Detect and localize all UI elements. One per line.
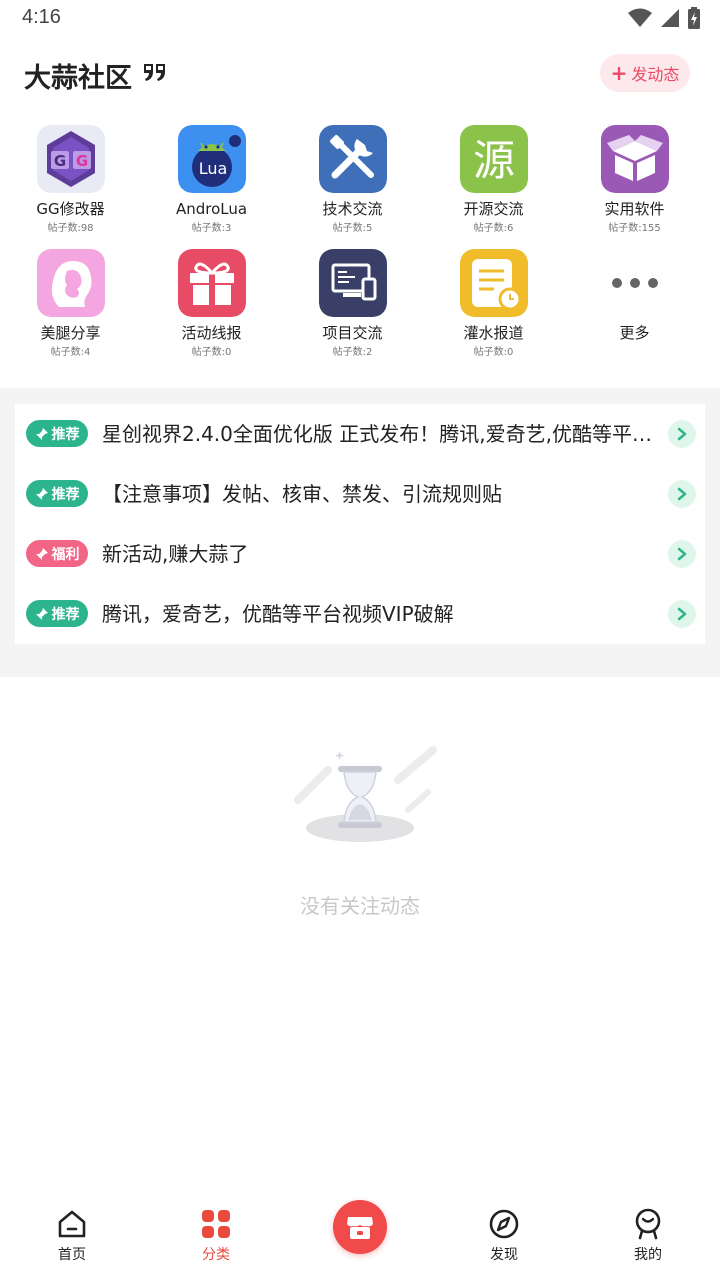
svg-text:G: G (53, 152, 65, 170)
girl-profile-icon (36, 249, 105, 317)
category-name: 项目交流 (322, 324, 383, 342)
category-name: GG修改器 (36, 200, 105, 218)
hourglass-icon (294, 746, 437, 842)
category-name: 更多 (619, 324, 650, 342)
gg-modifier-icon: G G (36, 125, 105, 193)
gift-icon (177, 249, 246, 317)
recommend-tag: 推荐 (26, 480, 88, 507)
chevron-right-icon[interactable] (668, 540, 696, 568)
yuan-glyph: 源 (472, 136, 514, 185)
notice-text: 腾讯，爱奇艺，优酷等平台视频VIP破解 (102, 602, 454, 626)
chevron-right-icon[interactable] (668, 600, 696, 628)
status-icons (628, 7, 700, 29)
empty-state-text: 没有关注动态 (300, 894, 420, 918)
category-icon (202, 1210, 230, 1238)
home-icon (58, 1210, 86, 1238)
notice-text: 新活动,赚大蒜了 (102, 542, 249, 566)
post-dynamic-button[interactable]: + 发动态 (600, 54, 690, 92)
category-name: AndroLua (175, 200, 248, 218)
notice-item[interactable]: 推荐 星创视界2.4.0全面优化版 正式发布！腾讯,爱奇艺,优酷等平台视频VIP… (15, 404, 705, 464)
chevron-right-icon[interactable] (668, 480, 696, 508)
tag-label: 推荐 (51, 606, 80, 623)
category-count: 帖子数:155 (608, 223, 661, 234)
welfare-tag: 福利 (26, 540, 88, 567)
category-item-water[interactable]: 灌水报道 帖子数:0 (423, 249, 564, 360)
notepad-clock-icon (459, 249, 528, 317)
pin-icon (35, 607, 48, 620)
category-item-legs[interactable]: 美腿分享 帖子数:4 (0, 249, 141, 360)
quote-icon (144, 64, 165, 81)
category-name: 灌水报道 (463, 324, 524, 342)
tag-label: 福利 (51, 546, 80, 563)
notice-list: 推荐 星创视界2.4.0全面优化版 正式发布！腾讯,爱奇艺,优酷等平台视频VIP… (15, 404, 705, 644)
category-item-tech[interactable]: 技术交流 帖子数:5 (282, 125, 423, 236)
header: 大蒜社区 + 发动态 (0, 52, 720, 96)
tag-label: 推荐 (51, 426, 80, 443)
tab-category[interactable]: 分类 (166, 1208, 266, 1264)
notice-item[interactable]: 福利 新活动,赚大蒜了 (15, 524, 705, 584)
plus-icon: + (610, 61, 628, 85)
profile-icon (635, 1208, 661, 1240)
recommend-tag: 推荐 (26, 420, 88, 447)
category-name: 美腿分享 (40, 324, 101, 342)
pin-icon (35, 487, 48, 500)
shop-button[interactable] (333, 1200, 387, 1254)
status-time: 4:16 (22, 6, 61, 28)
notice-text: 【注意事项】发帖、核审、禁发、引流规则贴 (102, 482, 502, 506)
svg-text:G: G (75, 152, 87, 170)
tab-label: 我的 (634, 1247, 662, 1263)
category-item-opensource[interactable]: 源 开源交流 帖子数:6 (423, 125, 564, 236)
yuan-icon: 源 (459, 125, 528, 193)
shop-icon (347, 1217, 373, 1239)
category-count: 帖子数:0 (473, 347, 514, 358)
category-count: 帖子数:5 (332, 223, 373, 234)
category-item-software[interactable]: 实用软件 帖子数:155 (564, 125, 705, 236)
category-count: 帖子数:0 (191, 347, 232, 358)
category-count: 帖子数:4 (50, 347, 91, 358)
post-dynamic-label: 发动态 (631, 65, 680, 84)
compass-icon (489, 1209, 519, 1239)
devices-icon (318, 249, 387, 317)
category-count: 帖子数:98 (47, 223, 94, 234)
wifi-icon (628, 8, 652, 27)
chevron-right-icon[interactable] (668, 420, 696, 448)
category-count: 帖子数:2 (332, 347, 373, 358)
notice-text: 星创视界2.4.0全面优化版 正式发布！腾讯,爱奇艺,优酷等平台视频VIP破解 (102, 422, 657, 446)
category-item-more[interactable]: 更多 (564, 249, 705, 343)
battery-icon (688, 7, 700, 29)
category-name: 实用软件 (604, 200, 665, 218)
category-name: 开源交流 (463, 200, 524, 218)
bottom-tab-bar: 首页 分类 发现 我的 (0, 1196, 720, 1280)
androlua-icon-text: Lua (198, 159, 227, 178)
category-count: 帖子数:3 (191, 223, 232, 234)
category-item-activity[interactable]: 活动线报 帖子数:0 (141, 249, 282, 360)
signal-icon (661, 9, 679, 27)
pin-icon (35, 427, 48, 440)
recommend-tag: 推荐 (26, 600, 88, 627)
box-icon (600, 125, 669, 193)
status-bar: 4:16 (0, 0, 720, 36)
pin-icon (35, 547, 48, 560)
category-name: 活动线报 (181, 324, 242, 342)
tab-label: 发现 (490, 1247, 518, 1263)
tab-label: 分类 (202, 1247, 230, 1263)
tab-discover[interactable]: 发现 (454, 1208, 554, 1264)
androlua-icon: Lua (177, 125, 246, 193)
more-dots-icon (611, 278, 658, 288)
category-item-project[interactable]: 项目交流 帖子数:2 (282, 249, 423, 360)
category-count: 帖子数:6 (473, 223, 514, 234)
notice-item[interactable]: 推荐 【注意事项】发帖、核审、禁发、引流规则贴 (15, 464, 705, 524)
tab-label: 首页 (58, 1247, 86, 1263)
category-item-androlua[interactable]: Lua AndroLua 帖子数:3 (141, 125, 282, 236)
tag-label: 推荐 (51, 486, 80, 503)
tab-home[interactable]: 首页 (22, 1208, 122, 1264)
category-item-gg[interactable]: G G GG修改器 帖子数:98 (0, 125, 141, 236)
notice-item[interactable]: 推荐 腾讯，爱奇艺，优酷等平台视频VIP破解 (15, 584, 705, 644)
tab-mine[interactable]: 我的 (598, 1208, 698, 1264)
page-title: 大蒜社区 (24, 63, 132, 94)
category-name: 技术交流 (322, 200, 383, 218)
tools-icon (318, 125, 387, 193)
